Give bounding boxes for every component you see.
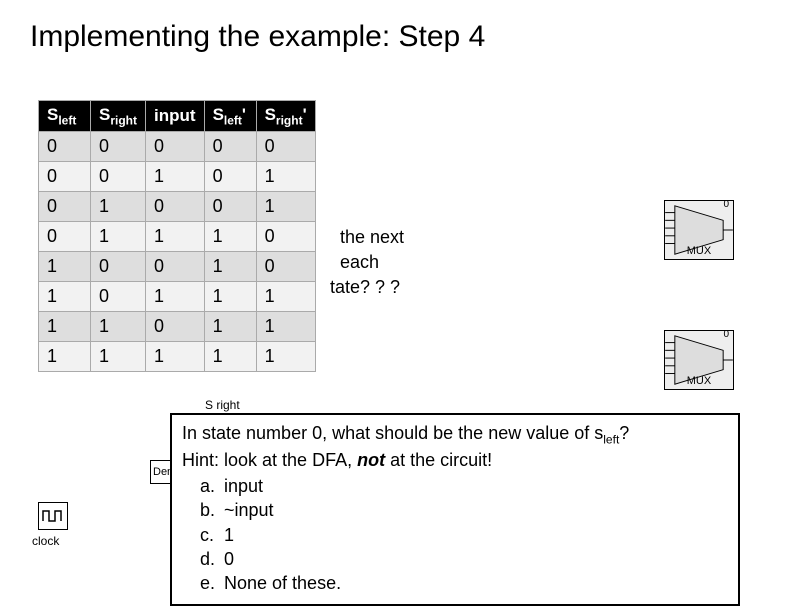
th-sright-prime: Sright' bbox=[256, 101, 315, 132]
question-box: In state number 0, what should be the ne… bbox=[170, 413, 740, 606]
background-question-fragment: the next each tate? ? ? bbox=[340, 225, 404, 301]
answer-option-b: b.~input bbox=[200, 498, 728, 522]
answer-option-d: d.0 bbox=[200, 547, 728, 571]
slide-title: Implementing the example: Step 4 bbox=[30, 20, 485, 54]
answer-option-e: e.None of these. bbox=[200, 571, 728, 595]
table-row: 00000 bbox=[39, 132, 316, 162]
clock-icon bbox=[38, 502, 68, 530]
table-body: 00000 00101 01001 01110 10010 10111 1101… bbox=[39, 132, 316, 372]
table-row: 10010 bbox=[39, 252, 316, 282]
mux-top-zero: 0 bbox=[723, 199, 729, 210]
question-line-1: In state number 0, what should be the ne… bbox=[182, 421, 728, 448]
table-row: 10111 bbox=[39, 282, 316, 312]
truth-table: Sleft Sright input Sleft' Sright' 00000 … bbox=[38, 100, 316, 372]
th-sright: Sright bbox=[91, 101, 146, 132]
table-row: 11111 bbox=[39, 342, 316, 372]
bg-line-1: the next bbox=[340, 225, 404, 250]
question-line-2: Hint: look at the DFA, not at the circui… bbox=[182, 448, 728, 472]
th-sleft-prime: Sleft' bbox=[204, 101, 256, 132]
table-header-row: Sleft Sright input Sleft' Sright' bbox=[39, 101, 316, 132]
clock-label: clock bbox=[32, 534, 59, 548]
mux-bottom-icon: 0 MUX bbox=[664, 330, 734, 390]
mux-top-icon: 0 MUX bbox=[664, 200, 734, 260]
sright-small-label: S right bbox=[205, 398, 240, 412]
table-row: 01001 bbox=[39, 192, 316, 222]
mux-bottom-label: MUX bbox=[687, 375, 711, 387]
answer-list: a.input b.~input c.1 d.0 e.None of these… bbox=[200, 474, 728, 595]
th-sleft: Sleft bbox=[39, 101, 91, 132]
mux-bottom-zero: 0 bbox=[723, 329, 729, 340]
table-row: 11011 bbox=[39, 312, 316, 342]
answer-option-c: c.1 bbox=[200, 523, 728, 547]
bg-line-3: tate? ? ? bbox=[330, 275, 404, 300]
th-input: input bbox=[146, 101, 205, 132]
table-row: 00101 bbox=[39, 162, 316, 192]
bg-line-2: each bbox=[340, 250, 404, 275]
answer-option-a: a.input bbox=[200, 474, 728, 498]
table-row: 01110 bbox=[39, 222, 316, 252]
mux-top-label: MUX bbox=[687, 245, 711, 257]
